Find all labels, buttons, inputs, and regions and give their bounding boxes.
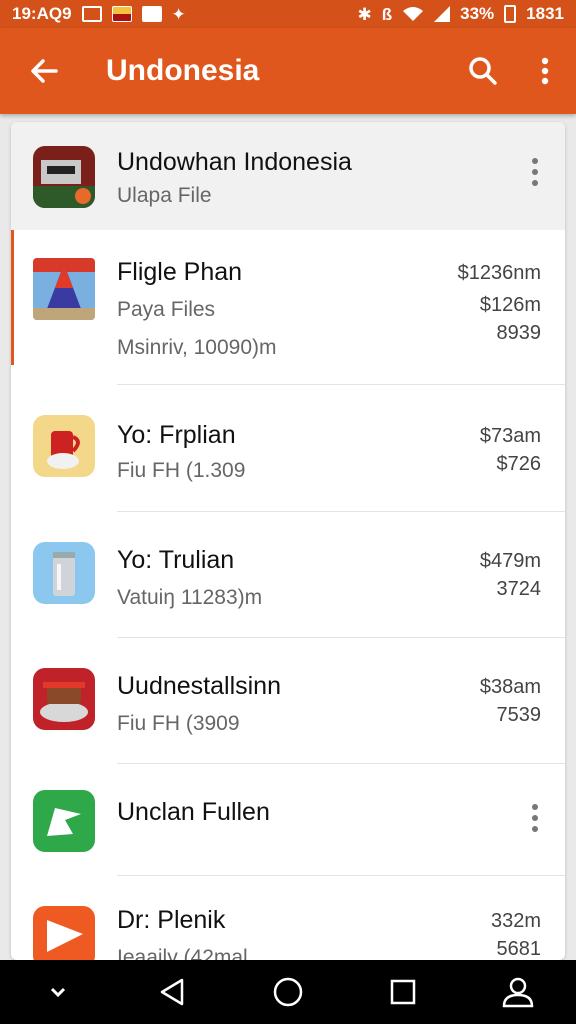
item-price: $479m [479,550,541,572]
person-icon [503,977,534,1008]
play-thumbnail-icon [33,790,95,852]
arrow-left-icon [31,59,58,83]
circle-home-icon [273,977,303,1007]
can-thumbnail-icon [33,542,95,604]
list-item[interactable]: Yo: Trulian Vatuiŋ 11283)m $479m 3724 [11,512,565,638]
item-name: Dr: Plenik [117,906,226,934]
list-header-item[interactable]: Undowhan Indonesia Ulapa File [11,122,565,230]
flag-icon [111,6,132,22]
home-button[interactable] [258,962,318,1022]
item-price: $38am [479,676,541,698]
back-button[interactable] [0,28,88,114]
item-price-secondary: $726 [496,453,542,475]
square-recents-icon [390,979,416,1005]
app-bar: Undonesia [0,28,576,114]
notification-icon: ✦ [171,4,186,24]
list-item[interactable]: Unclan Fullen [11,764,565,876]
item-meta: Msinriv, 10090)m [117,336,277,359]
item-name: Yo: Trulian [117,546,235,574]
item-name: Yo: Frplian [117,421,236,449]
item-sub: Paya Files [117,298,216,321]
item-price-secondary: $126m [479,294,541,316]
wifi-icon [403,7,424,21]
item-price: $73am [479,425,541,447]
list-item[interactable]: Fligle Phan Paya Files Msinriv, 10090)m … [11,230,565,385]
item-sub: Fiu FH (1.309 [117,459,246,482]
food-thumbnail-icon [33,668,95,730]
back-nav-button[interactable] [143,962,203,1022]
list-item[interactable]: Yo: Frplian Fiu FH (1.309 $73am $726 [11,385,565,512]
item-sub: Fiu FH (3909 [117,712,240,735]
item-name: Fligle Phan [117,258,243,286]
recents-button[interactable] [373,962,433,1022]
list-item[interactable]: Dr: Plenik Ieaaily (42mal 332m 5681 [11,876,565,960]
file-list: Undowhan Indonesia Ulapa File Fligle Pha… [11,122,565,960]
item-price: $1236nm [457,262,541,284]
item-price-secondary: 5681 [496,938,542,960]
poster-thumbnail-icon [33,258,95,320]
chevron-down-icon [50,987,65,998]
more-vert-button[interactable] [531,804,539,832]
item-sub: Ieaaily (42mal [117,946,248,960]
more-vert-icon [541,57,549,85]
status-bar: 19:AQ9 ✦ ✱ ß 33% 1831 [0,0,576,28]
signal-icon [434,6,451,22]
mail-icon [141,6,162,22]
selected-indicator [11,230,14,365]
mute-icon: ✱ [357,4,372,24]
search-button[interactable] [452,28,514,114]
list-header-name: Undowhan Indonesia [117,148,352,176]
search-icon [469,57,497,85]
account-button[interactable] [488,962,548,1022]
triangle-back-icon [160,978,184,1006]
overflow-menu-button[interactable] [514,28,576,114]
item-name: Uudnestallsinn [117,672,281,700]
item-sub: Vatuiŋ 11283)m [117,586,263,609]
list-item[interactable]: Uudnestallsinn Fiu FH (3909 $38am 7539 [11,638,565,764]
list-header-sub: Ulapa File [117,184,212,207]
system-nav-bar [0,960,576,1024]
item-name: Unclan Fullen [117,798,270,826]
item-price-secondary: 3724 [496,578,542,600]
building-thumbnail-icon [33,146,95,208]
more-vert-button[interactable] [531,158,539,186]
item-count: 8939 [496,322,542,344]
battery-level: 33% [460,4,495,23]
status-time-left: 19:AQ9 [12,4,72,23]
status-time-right: 1831 [526,4,564,23]
triangle-thumbnail-icon [33,906,95,960]
chart-icon [81,6,102,22]
hide-keyboard-button[interactable] [28,962,88,1022]
item-price: 332m [490,910,541,932]
item-price-secondary: 7539 [496,704,542,726]
cup-thumbnail-icon [33,415,95,477]
page-title: Undonesia [106,54,260,87]
bluetooth-icon: ß [381,4,393,24]
battery-icon [504,5,517,23]
